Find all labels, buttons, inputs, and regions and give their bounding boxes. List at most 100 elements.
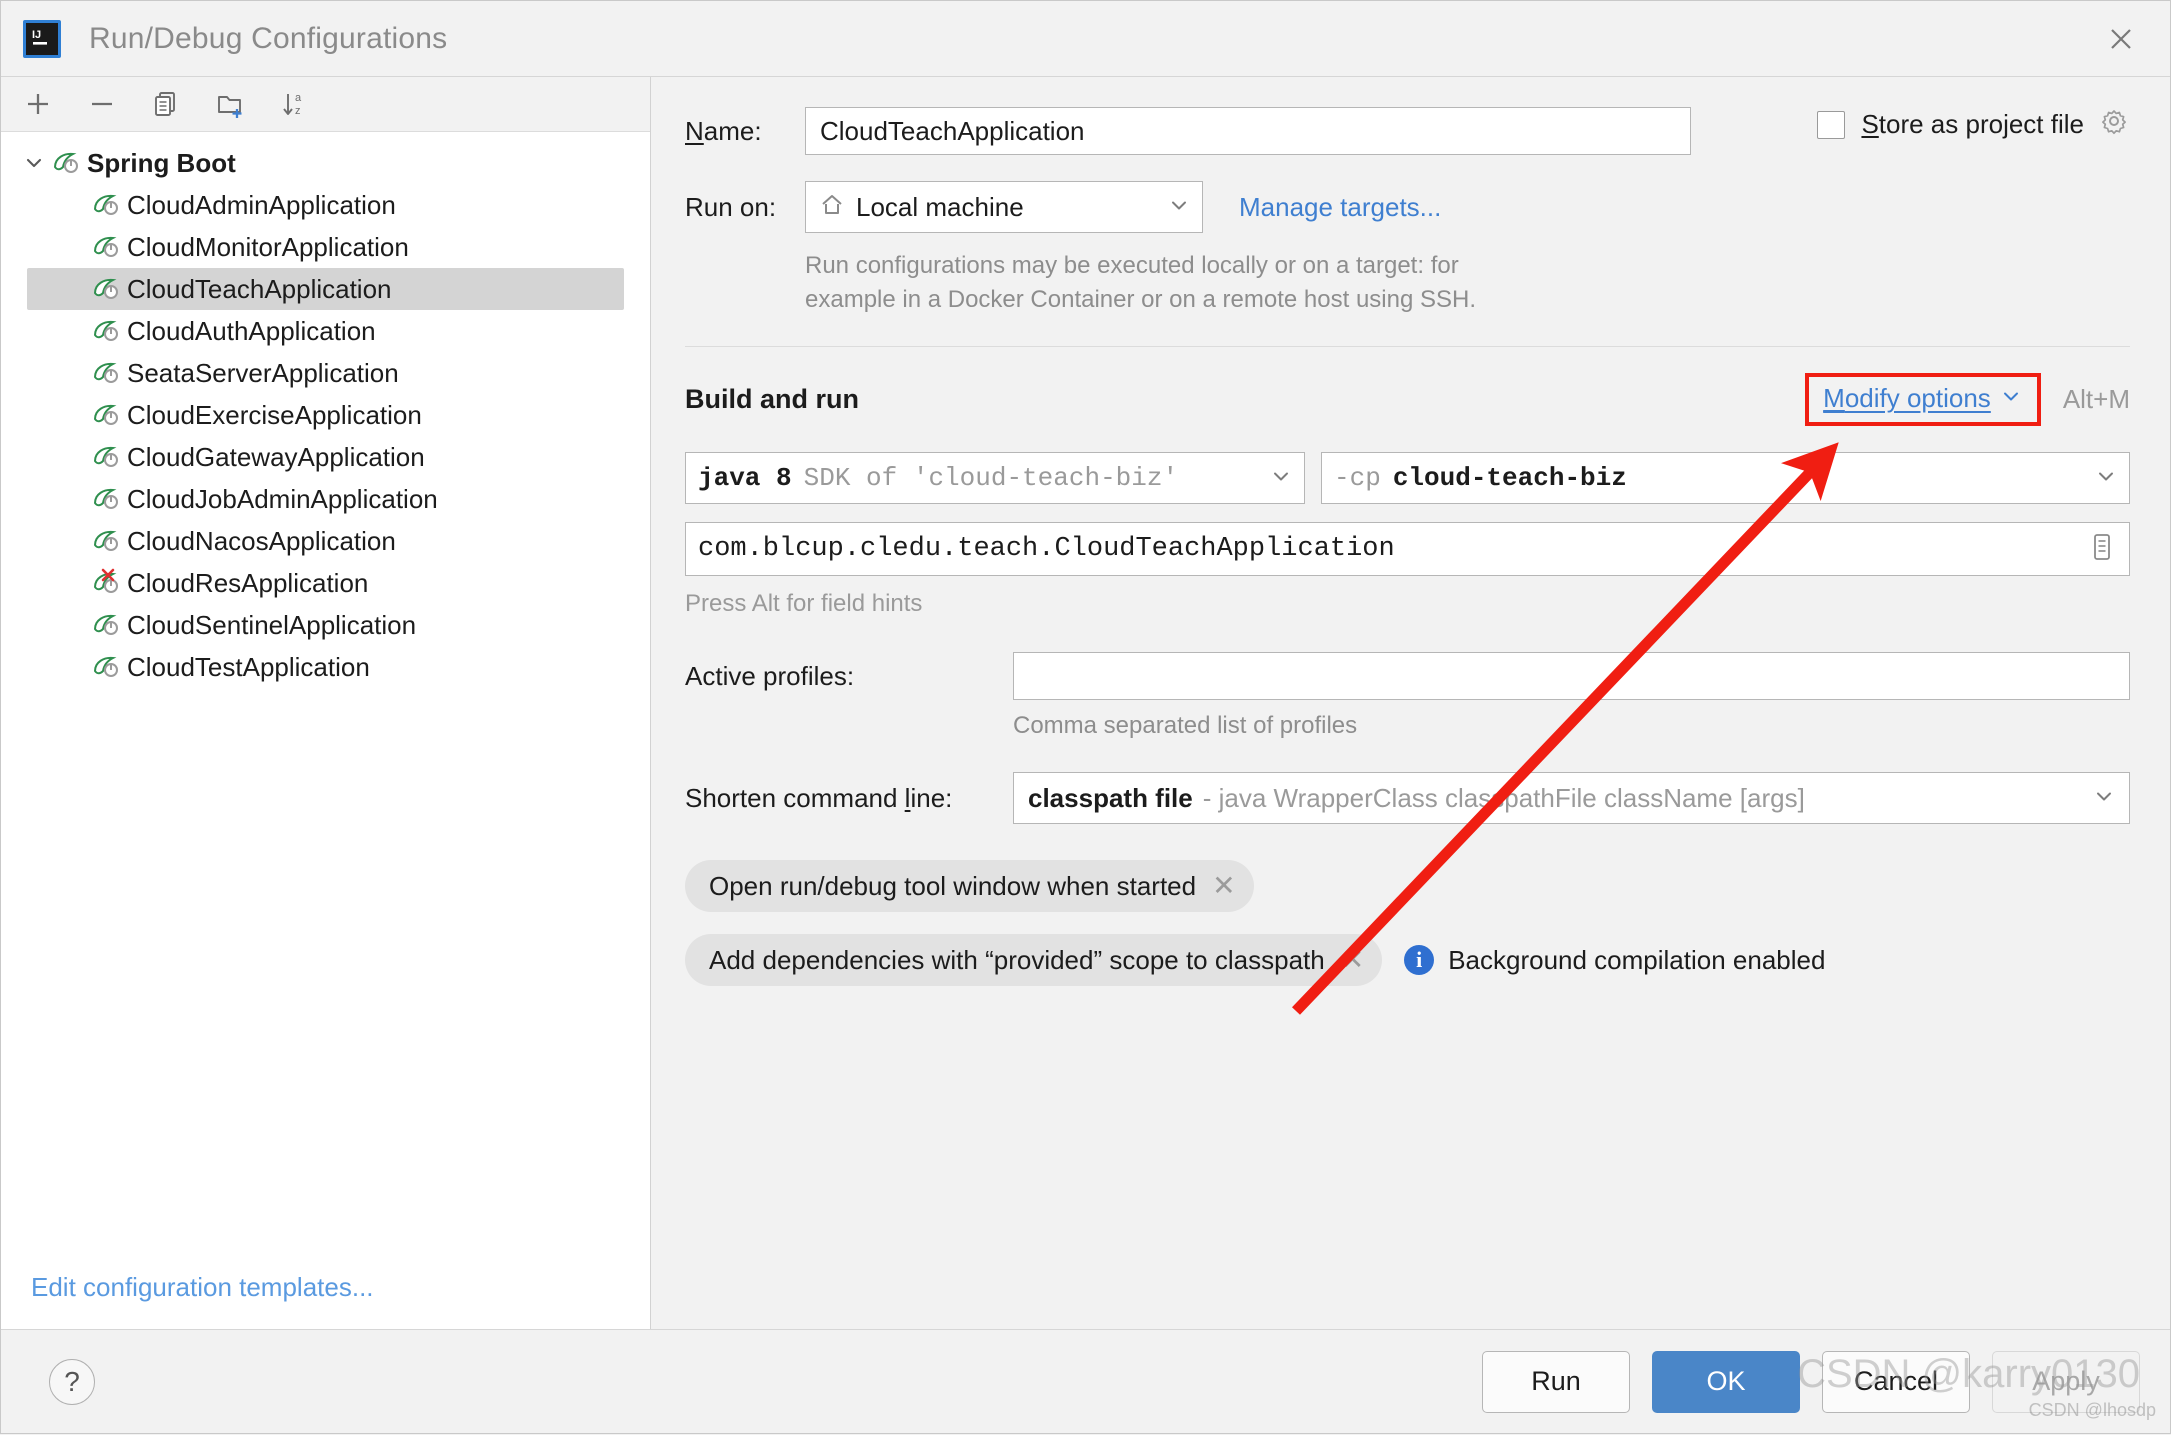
add-configuration-button[interactable]	[17, 83, 59, 125]
chevron-down-icon	[1168, 194, 1190, 221]
store-as-project-file-checkbox[interactable]	[1817, 110, 1846, 139]
tree-item-label: SeataServerApplication	[127, 357, 399, 388]
manage-targets-link[interactable]: Manage targets...	[1239, 192, 1441, 223]
section-divider	[685, 346, 2130, 348]
chevron-down-icon	[2093, 785, 2115, 812]
close-icon[interactable]: ✕	[1341, 946, 1364, 974]
tree-group-spring-boot[interactable]: Spring Boot	[1, 142, 650, 184]
name-label: Name:	[685, 115, 762, 146]
spring-boot-leaf-icon	[89, 652, 123, 682]
active-profiles-hint: Comma separated list of profiles	[1013, 712, 1358, 740]
main-class-input[interactable]: com.blcup.cledu.teach.CloudTeachApplicat…	[698, 534, 2087, 564]
build-and-run-header: Build and run Modify options Alt+M	[685, 373, 2130, 427]
intellij-idea-logo-icon: IJ	[23, 19, 61, 58]
edit-configuration-templates-link[interactable]: Edit configuration templates...	[31, 1272, 374, 1302]
tree-children-container: CloudAdminApplication CloudMonitorApplica…	[1, 184, 650, 688]
gear-icon[interactable]	[2100, 107, 2130, 142]
tree-item-label: CloudNacosApplication	[127, 525, 396, 556]
active-profiles-input[interactable]	[1013, 652, 2130, 701]
run-on-row: Run on: Local machine Manage targets...	[685, 181, 2130, 233]
apply-button: Apply	[1992, 1350, 2140, 1413]
tree-item-cloudgatewayapplication[interactable]: CloudGatewayApplication	[1, 436, 650, 478]
tree-item-cloudauthapplication[interactable]: CloudAuthApplication	[1, 310, 650, 352]
modify-options-link[interactable]: Modify options	[1823, 383, 1991, 414]
footer-buttons: Run OK Cancel Apply	[1482, 1350, 2140, 1413]
spring-boot-leaf-icon	[89, 358, 123, 388]
tree-item-cloudadminapplication[interactable]: CloudAdminApplication	[1, 184, 650, 226]
option-chip[interactable]: Open run/debug tool window when started …	[685, 860, 1254, 913]
field-hints-text: Press Alt for field hints	[685, 590, 923, 618]
spring-boot-leaf-icon	[89, 400, 123, 430]
jdk-select[interactable]: java 8 SDK of 'cloud-teach-biz'	[685, 452, 1305, 505]
close-icon[interactable]	[2098, 16, 2144, 62]
option-chip-row-1: Open run/debug tool window when started …	[685, 860, 2130, 934]
store-as-project-file-group[interactable]: Store as project file	[1817, 107, 2130, 142]
tree-item-cloudresapplication[interactable]: CloudResApplication	[1, 562, 650, 604]
configuration-editor-pane: Store as project file Name: CloudTeachAp…	[651, 77, 2170, 1329]
configurations-sidebar: a z Spring Boot CloudAdminApplication Cl…	[1, 77, 651, 1329]
option-chip-label: Add dependencies with “provided” scope t…	[709, 944, 1325, 975]
tree-item-cloudexerciseapplication[interactable]: CloudExerciseApplication	[1, 394, 650, 436]
close-icon[interactable]: ✕	[1212, 872, 1235, 900]
tree-item-cloudjobadminapplication[interactable]: CloudJobAdminApplication	[1, 478, 650, 520]
chevron-down-icon	[1270, 465, 1292, 492]
tree-item-cloudsentinelapplication[interactable]: CloudSentinelApplication	[1, 604, 650, 646]
tree-item-label: CloudAdminApplication	[127, 189, 396, 220]
new-folder-button[interactable]	[209, 83, 251, 125]
classpath-module: cloud-teach-biz	[1392, 463, 1627, 494]
run-on-select[interactable]: Local machine	[805, 181, 1203, 233]
tree-item-cloudmonitorapplication[interactable]: CloudMonitorApplication	[1, 226, 650, 268]
remove-configuration-button[interactable]	[81, 83, 123, 125]
spring-boot-leaf-error-icon	[89, 568, 123, 598]
option-chip-label: Open run/debug tool window when started	[709, 870, 1197, 901]
tree-item-label: CloudJobAdminApplication	[127, 483, 438, 514]
sort-configurations-button[interactable]: a z	[273, 83, 315, 125]
tree-toolbar: a z	[1, 77, 650, 132]
tree-item-label: CloudAuthApplication	[127, 315, 376, 346]
spring-boot-leaf-icon	[89, 232, 123, 262]
tree-item-label: CloudExerciseApplication	[127, 399, 422, 430]
jdk-description: SDK of 'cloud-teach-biz'	[803, 463, 1179, 494]
background-compilation-info: i Background compilation enabled	[1404, 945, 1825, 976]
active-profiles-label: Active profiles:	[685, 660, 855, 691]
tree-item-seataserverapplication[interactable]: SeataServerApplication	[1, 352, 650, 394]
shorten-command-line-select[interactable]: classpath file - java WrapperClass class…	[1013, 772, 2130, 825]
option-chip[interactable]: Add dependencies with “provided” scope t…	[685, 934, 1383, 987]
shorten-command-line-label: Shorten command line:	[685, 782, 953, 813]
run-button[interactable]: Run	[1482, 1350, 1630, 1413]
svg-text:a: a	[295, 92, 302, 104]
dialog-footer: ? Run OK Cancel Apply	[1, 1329, 2170, 1433]
dialog-body: a z Spring Boot CloudAdminApplication Cl…	[1, 76, 2170, 1329]
main-class-input-wrapper[interactable]: com.blcup.cledu.teach.CloudTeachApplicat…	[685, 522, 2130, 577]
active-profiles-row: Active profiles:	[685, 652, 2130, 701]
chevron-down-icon[interactable]	[2001, 386, 2021, 411]
shorten-description: - java WrapperClass classpathFile classN…	[1202, 782, 1805, 813]
ok-button[interactable]: OK	[1652, 1350, 1800, 1413]
run-debug-configurations-dialog: IJ Run/Debug Configurations a z Spring B…	[0, 0, 2171, 1434]
jdk-name: java 8	[698, 463, 792, 494]
tree-item-cloudteachapplication[interactable]: CloudTeachApplication	[27, 268, 624, 310]
build-and-run-actions: Modify options Alt+M	[1805, 373, 2130, 427]
spring-boot-leaf-icon	[49, 148, 83, 178]
copy-configuration-button[interactable]	[145, 83, 187, 125]
classpath-module-select[interactable]: -cp cloud-teach-biz	[1321, 452, 2130, 505]
help-question-icon[interactable]: ?	[49, 1358, 95, 1405]
expand-editor-icon[interactable]	[2087, 531, 2117, 568]
classpath-flag: -cp	[1334, 463, 1381, 494]
tree-item-label: CloudMonitorApplication	[127, 231, 409, 262]
tree-item-label: CloudTeachApplication	[127, 273, 392, 304]
modify-options-shortcut: Alt+M	[2062, 384, 2130, 415]
spring-boot-leaf-icon	[89, 526, 123, 556]
tree-item-cloudnacosapplication[interactable]: CloudNacosApplication	[1, 520, 650, 562]
build-and-run-title: Build and run	[685, 384, 859, 415]
configurations-tree[interactable]: Spring Boot CloudAdminApplication CloudMo…	[1, 132, 650, 1272]
name-input[interactable]: CloudTeachApplication	[805, 107, 1691, 155]
spring-boot-leaf-icon	[89, 484, 123, 514]
spring-boot-leaf-icon	[89, 316, 123, 346]
cancel-button[interactable]: Cancel	[1822, 1350, 1970, 1413]
tree-item-label: CloudGatewayApplication	[127, 441, 425, 472]
run-on-label: Run on:	[685, 191, 777, 222]
tree-group-label: Spring Boot	[87, 147, 236, 178]
chevron-down-icon[interactable]	[19, 152, 49, 174]
tree-item-cloudtestapplication[interactable]: CloudTestApplication	[1, 646, 650, 688]
